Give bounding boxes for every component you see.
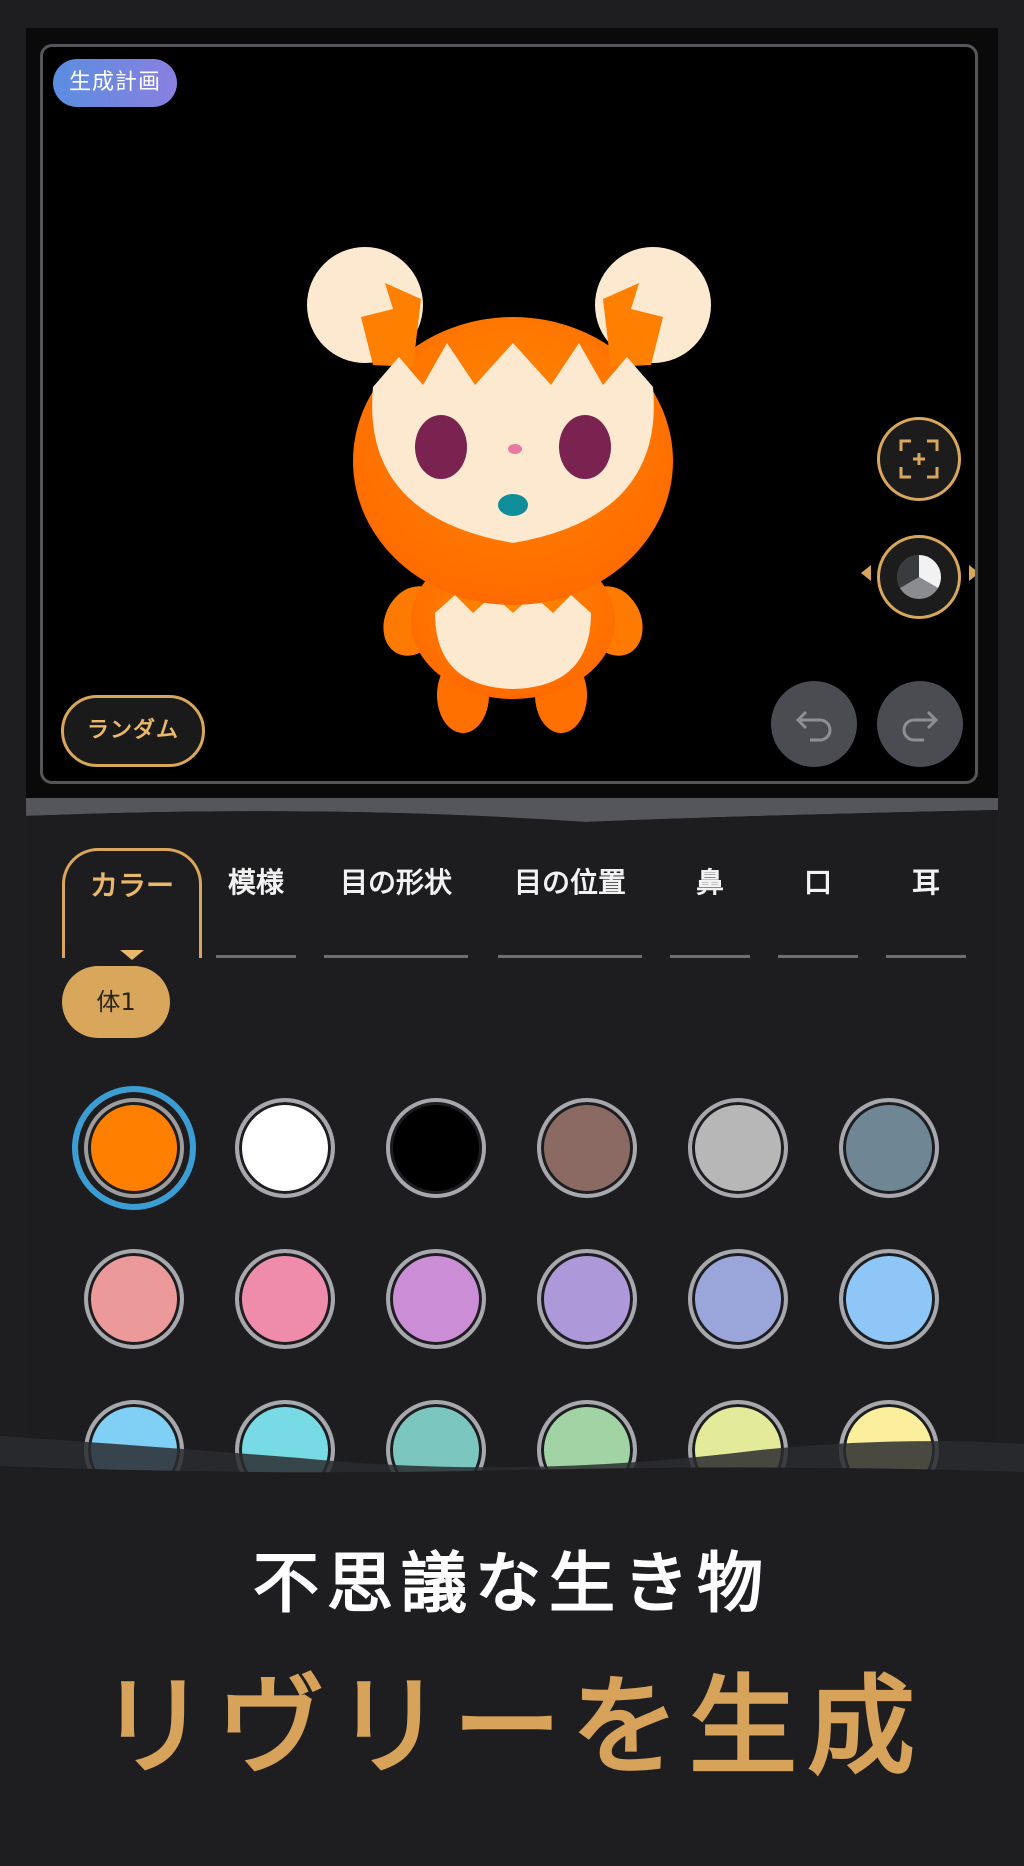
nose xyxy=(508,444,522,454)
preview-panel: 生成計画 ランダム xyxy=(26,28,998,818)
focus-button[interactable] xyxy=(877,417,961,501)
color-swatch[interactable] xyxy=(235,1249,335,1349)
undo-button[interactable] xyxy=(771,681,857,767)
color-swatch[interactable] xyxy=(84,1249,184,1349)
tab-eye-shape[interactable]: 目の形状 xyxy=(324,848,468,958)
tab-mouth[interactable]: 口 xyxy=(778,848,858,958)
tab-color[interactable]: カラー xyxy=(62,848,202,960)
random-button[interactable]: ランダム xyxy=(61,695,205,767)
color-swatch[interactable] xyxy=(72,1086,196,1210)
tab-eye-position[interactable]: 目の位置 xyxy=(498,848,642,958)
tab-nose[interactable]: 鼻 xyxy=(670,848,750,958)
rotate-button[interactable] xyxy=(877,535,961,619)
creature-viewport[interactable]: 生成計画 ランダム xyxy=(40,44,978,784)
tab-pattern[interactable]: 模様 xyxy=(216,848,296,958)
right-eye xyxy=(559,415,611,479)
rotate-right-arrow[interactable] xyxy=(969,565,975,581)
promo-subtitle: 不思議な生き物 xyxy=(253,1545,771,1622)
color-swatch[interactable] xyxy=(537,1098,637,1198)
preview-divider-wave xyxy=(26,798,998,838)
category-tabs: カラー 模様 目の形状 目の位置 鼻 口 耳 xyxy=(26,848,998,968)
mouth xyxy=(498,494,528,516)
creature-model[interactable] xyxy=(43,47,978,784)
color-swatch[interactable] xyxy=(386,1249,486,1349)
rotate-left-arrow[interactable] xyxy=(861,565,871,581)
focus-frame-icon xyxy=(899,439,939,479)
redo-icon xyxy=(902,710,939,742)
pie-rotate-icon xyxy=(897,555,941,599)
undo-icon xyxy=(795,710,832,742)
redo-button[interactable] xyxy=(877,681,963,767)
left-eye xyxy=(415,415,467,479)
color-swatch[interactable] xyxy=(688,1249,788,1349)
color-swatch[interactable] xyxy=(839,1098,939,1198)
color-swatch[interactable] xyxy=(537,1249,637,1349)
active-tab-caret-icon xyxy=(120,950,144,960)
color-swatch[interactable] xyxy=(839,1249,939,1349)
color-swatch[interactable] xyxy=(688,1098,788,1198)
promo-title: リヴリーを生成 xyxy=(98,1665,925,1790)
color-swatch[interactable] xyxy=(386,1098,486,1198)
tab-ear[interactable]: 耳 xyxy=(886,848,966,958)
part-chip-body1[interactable]: 体1 xyxy=(62,966,170,1038)
color-swatch[interactable] xyxy=(235,1098,335,1198)
